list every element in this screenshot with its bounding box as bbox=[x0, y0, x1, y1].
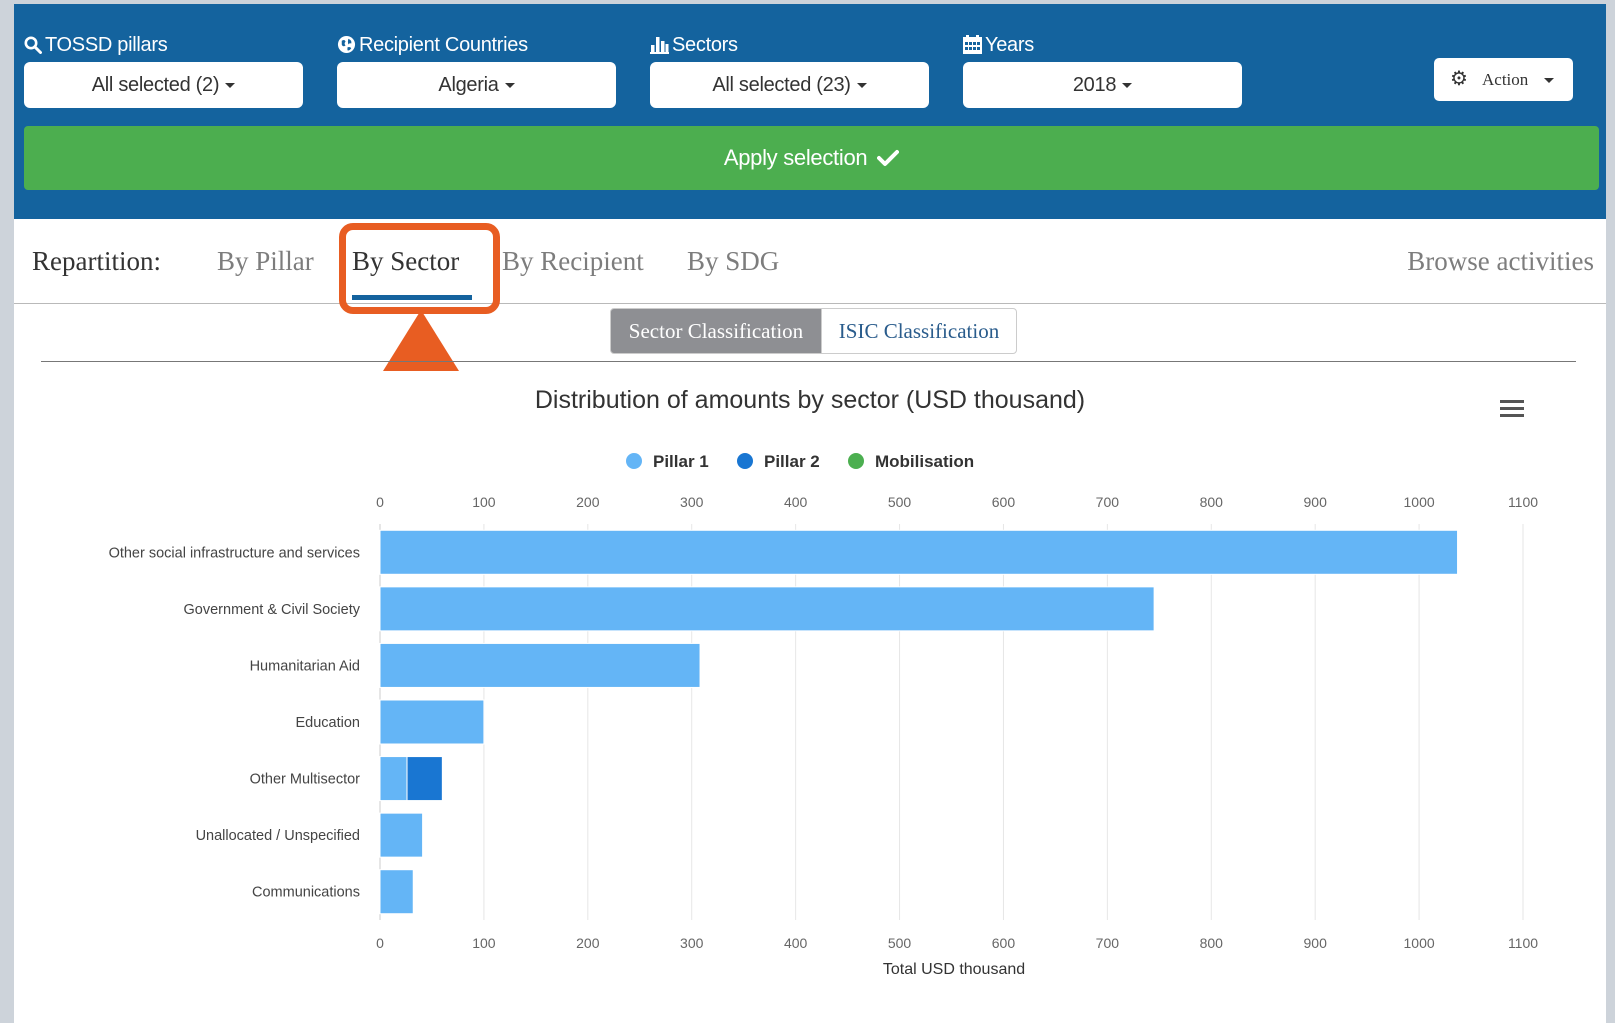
category-label: Unallocated / Unspecified bbox=[196, 828, 360, 844]
category-label: Government & Civil Society bbox=[184, 602, 361, 618]
filter-label: Recipient Countries bbox=[337, 32, 616, 58]
bar-pillar-1[interactable] bbox=[379, 642, 701, 688]
highlight-box bbox=[339, 223, 500, 314]
caret-down-icon bbox=[1122, 83, 1133, 89]
category-label: Other social infrastructure and services bbox=[109, 545, 360, 561]
caret-down-icon bbox=[225, 83, 236, 89]
gridlines bbox=[379, 524, 1524, 920]
x-tick-label: 1000 bbox=[1404, 935, 1435, 951]
bar-pillar-1[interactable] bbox=[379, 869, 414, 915]
gear-icon: ⚙ bbox=[1450, 68, 1468, 90]
legend-label: Pillar 2 bbox=[764, 452, 820, 471]
legend-item[interactable]: Pillar 1 bbox=[626, 452, 709, 471]
caret-down-icon bbox=[856, 83, 867, 89]
legend-item[interactable]: Pillar 2 bbox=[737, 452, 820, 471]
divider bbox=[41, 361, 1576, 362]
tossd-pillars-dropdown[interactable]: All selected (2) bbox=[24, 62, 303, 108]
calendar-icon bbox=[963, 34, 985, 56]
isic-classification-button[interactable]: ISIC Classification bbox=[821, 308, 1017, 354]
sectors-dropdown[interactable]: All selected (23) bbox=[650, 62, 929, 108]
x-tick-label: 1000 bbox=[1404, 494, 1435, 510]
recipient-countries-dropdown[interactable]: Algeria bbox=[337, 62, 616, 108]
bar-pillar-1[interactable] bbox=[379, 699, 485, 745]
chart-title: Distribution of amounts by sector (USD t… bbox=[535, 386, 1085, 414]
x-tick-label: 200 bbox=[576, 935, 600, 951]
filter-bar: TOSSD pillars All selected (2) Recipient… bbox=[14, 4, 1606, 219]
x-tick-label: 900 bbox=[1304, 935, 1328, 951]
bar-pillar-1[interactable] bbox=[379, 529, 1459, 575]
bar-pillar-2[interactable] bbox=[406, 756, 443, 802]
x-tick-label: 1100 bbox=[1508, 935, 1538, 951]
chart-legend: Pillar 1 Pillar 2 Mobilisation bbox=[626, 452, 974, 471]
x-tick-label: 700 bbox=[1096, 494, 1120, 510]
x-tick-label: 300 bbox=[680, 935, 704, 951]
x-tick-label: 100 bbox=[472, 935, 496, 951]
x-tick-label: 700 bbox=[1096, 935, 1120, 951]
x-tick-label: 200 bbox=[576, 494, 600, 510]
x-tick-label: 300 bbox=[680, 494, 704, 510]
filter-recipient-countries: Recipient Countries Algeria bbox=[337, 32, 616, 108]
legend-label: Mobilisation bbox=[875, 452, 974, 471]
filter-label: Years bbox=[963, 32, 1242, 58]
years-dropdown[interactable]: 2018 bbox=[963, 62, 1242, 108]
x-tick-label: 0 bbox=[376, 494, 384, 510]
sector-bar-chart: Distribution of amounts by sector (USD t… bbox=[109, 386, 1539, 978]
bar-pillar-1[interactable] bbox=[379, 756, 408, 802]
x-tick-label: 500 bbox=[888, 494, 912, 510]
x-tick-label: 500 bbox=[888, 935, 912, 951]
caret-down-icon bbox=[504, 83, 515, 89]
x-axis-title: Total USD thousand bbox=[883, 961, 1025, 978]
category-label: Humanitarian Aid bbox=[250, 658, 360, 674]
legend-item[interactable]: Mobilisation bbox=[848, 452, 974, 471]
x-tick-label: 400 bbox=[784, 935, 808, 951]
x-tick-label: 100 bbox=[472, 494, 496, 510]
category-label: Communications bbox=[252, 885, 360, 901]
repartition-tabs: Repartition: By Pillar By Sector By Reci… bbox=[14, 219, 1606, 304]
bars bbox=[379, 529, 1459, 915]
x-tick-label: 800 bbox=[1200, 494, 1224, 510]
bar-chart-icon bbox=[650, 34, 672, 56]
filter-tossd-pillars: TOSSD pillars All selected (2) bbox=[24, 32, 303, 108]
legend-label: Pillar 1 bbox=[653, 452, 709, 471]
app-window: TOSSD pillars All selected (2) Recipient… bbox=[14, 4, 1606, 1023]
check-icon bbox=[873, 145, 900, 170]
category-label: Education bbox=[296, 715, 361, 731]
tab-by-pillar[interactable]: By Pillar bbox=[217, 219, 314, 303]
globe-icon bbox=[337, 34, 359, 56]
legend-marker bbox=[626, 453, 642, 469]
search-icon bbox=[24, 34, 45, 56]
x-tick-label: 800 bbox=[1200, 935, 1224, 951]
x-tick-label: 600 bbox=[992, 494, 1016, 510]
legend-marker bbox=[737, 453, 753, 469]
legend-marker bbox=[848, 453, 864, 469]
x-tick-label: 600 bbox=[992, 935, 1016, 951]
tab-by-recipient[interactable]: By Recipient bbox=[502, 219, 644, 303]
caret-down-icon bbox=[1544, 78, 1554, 83]
x-tick-label: 1100 bbox=[1508, 494, 1538, 510]
sector-classification-button[interactable]: Sector Classification bbox=[610, 308, 822, 354]
tab-by-sdg[interactable]: By SDG bbox=[687, 219, 779, 303]
action-button[interactable]: ⚙ Action bbox=[1434, 58, 1573, 101]
filter-years: Years 2018 bbox=[963, 32, 1242, 108]
repartition-label: Repartition: bbox=[32, 246, 161, 276]
x-axis-bottom: 0 100 200 300 400 500 600 700 800 900 1000 1100 bbox=[376, 935, 1538, 951]
filter-label: TOSSD pillars bbox=[24, 32, 303, 58]
filter-label: Sectors bbox=[650, 32, 929, 58]
bar-pillar-1[interactable] bbox=[379, 586, 1155, 632]
x-tick-label: 400 bbox=[784, 494, 808, 510]
hamburger-menu-icon[interactable] bbox=[1500, 400, 1524, 417]
category-label: Other Multisector bbox=[250, 772, 361, 788]
apply-selection-button[interactable]: Apply selection bbox=[24, 126, 1599, 190]
bar-pillar-1[interactable] bbox=[379, 812, 424, 858]
x-axis-top: 0 100 200 300 400 500 600 700 800 900 1000 1100 bbox=[376, 494, 1538, 510]
browse-activities-link[interactable]: Browse activities bbox=[1407, 219, 1594, 303]
y-axis-categories: Other social infrastructure and services… bbox=[109, 545, 361, 900]
x-tick-label: 0 bbox=[376, 935, 384, 951]
filter-sectors: Sectors All selected (23) bbox=[650, 32, 929, 108]
x-tick-label: 900 bbox=[1304, 494, 1328, 510]
